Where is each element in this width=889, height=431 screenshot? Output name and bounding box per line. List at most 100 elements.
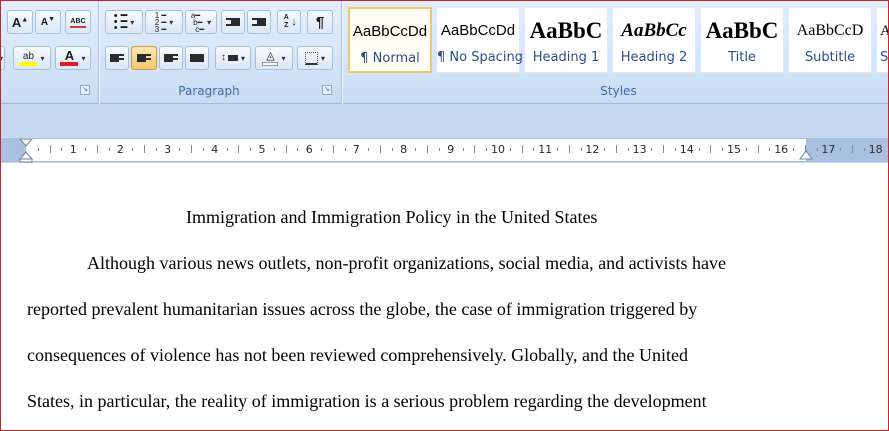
align-left-button[interactable]: [105, 46, 129, 70]
left-indent-marker-icon[interactable]: [19, 139, 35, 163]
paragraph-dialog-launcher[interactable]: ↘: [322, 85, 332, 95]
style-heading-2[interactable]: AaBbCc Heading 2: [612, 7, 696, 73]
ruler-tick: [273, 148, 275, 151]
shrink-font-button[interactable]: A▼: [35, 10, 61, 34]
ruler-number: 7: [352, 143, 360, 156]
ruler-number: 12: [585, 143, 600, 156]
align-center-button[interactable]: [131, 46, 157, 70]
chevron-down-icon: ▾: [240, 53, 245, 63]
sort-button[interactable]: A Z ↓: [277, 10, 301, 34]
decrease-indent-icon: [226, 18, 240, 26]
line: [252, 24, 266, 26]
chevron-down-icon: ▾: [81, 53, 86, 63]
clear-formatting-icon: ABC: [70, 17, 86, 28]
line-spacing-icon: ↕: [221, 53, 238, 63]
style-heading-1[interactable]: AaBbC Heading 1: [524, 7, 608, 73]
document-page[interactable]: Immigration and Immigration Policy in th…: [1, 163, 888, 430]
ruler-number: 5: [258, 143, 266, 156]
ruler-tick: [179, 148, 181, 151]
ruler-number: 16: [774, 143, 789, 156]
font-color-glyph: A: [64, 48, 75, 63]
borders-icon: [304, 51, 318, 65]
grow-font-button[interactable]: A▲: [7, 10, 33, 34]
justify-button[interactable]: [185, 46, 209, 70]
ruler-tick: [710, 145, 712, 153]
style-preview: A: [877, 16, 888, 46]
style-name: ¶ No Spacing: [437, 50, 523, 65]
level-row: c━: [190, 24, 205, 34]
style-name: Heading 2: [620, 50, 688, 65]
ruler-number: 9: [447, 143, 455, 156]
ruler-tick: [793, 148, 794, 151]
style-preview: AaBbCc: [621, 20, 687, 41]
ruler-tick: [521, 145, 523, 153]
ruler-number: 18: [868, 143, 883, 156]
line: [164, 60, 173, 62]
ruler-number: 14: [679, 143, 694, 156]
word-window: A▲ A▼ ABC ▾ ab ▾ A ▾ ↘: [0, 0, 889, 431]
font-dropdown-edge[interactable]: ▾: [1, 46, 5, 70]
chevron-down-icon: ▾: [40, 53, 45, 63]
ruler-tick: [96, 145, 98, 153]
clear-formatting-button[interactable]: ABC: [65, 10, 91, 34]
ruler-tick: [238, 145, 240, 153]
style-normal[interactable]: AaBbCcDd ¶ Normal: [348, 7, 432, 73]
paragraph-group-label: Paragraph: [178, 84, 240, 98]
ruler-tick: [380, 145, 381, 153]
line: [227, 59, 238, 61]
borders-button[interactable]: ▾: [297, 46, 333, 70]
ruler-tick: [191, 145, 193, 153]
bullets-icon: • ━ • ━ • ━: [114, 11, 128, 34]
style-name: S: [880, 50, 889, 65]
numbering-button[interactable]: 1 ━ 2 ━ 3 ━ ▾: [145, 10, 183, 34]
increase-indent-button[interactable]: [247, 10, 271, 34]
ruler-tick: [321, 148, 322, 151]
line-spacing-button[interactable]: ↕ ▾: [215, 46, 251, 70]
ruler-number: 11: [538, 143, 553, 156]
show-formatting-marks-button[interactable]: ¶: [307, 10, 333, 34]
ruler-tick: [663, 145, 665, 153]
chevron-down-icon: ▾: [1, 54, 3, 63]
style-name: Heading 1: [532, 50, 600, 65]
bullets-button[interactable]: • ━ • ━ • ━ ▾: [105, 10, 143, 34]
styles-group-label: Styles: [600, 84, 637, 98]
ruler-number: 4: [211, 143, 219, 156]
sort-icon: A Z: [283, 14, 289, 29]
ruler-number: 2: [116, 143, 124, 156]
text-highlight-button[interactable]: ab ▾: [13, 46, 51, 70]
ruler-tick: [427, 145, 429, 153]
dialog-launcher-icon: ↘: [324, 86, 330, 93]
decrease-indent-button[interactable]: [221, 10, 245, 34]
quick-styles-gallery: AaBbCcDd ¶ Normal AaBbCcDd ¶ No Spacing …: [347, 5, 889, 73]
number-row: 3 ━: [154, 24, 167, 34]
chevron-down-icon: ▾: [169, 17, 174, 27]
dialog-launcher-icon: ↘: [82, 86, 88, 93]
align-right-button[interactable]: [159, 46, 183, 70]
style-no-spacing[interactable]: AaBbCcDd ¶ No Spacing: [436, 7, 523, 73]
style-more-partial[interactable]: A S: [876, 7, 889, 73]
multilevel-list-button[interactable]: a━ b━ c━ ▾: [185, 10, 217, 34]
style-subtitle[interactable]: AaBbCcD Subtitle: [788, 7, 872, 73]
highlight-glyph: ab: [22, 50, 35, 62]
justify-icon: [190, 54, 204, 62]
ruler-tick: [604, 148, 606, 151]
line: [190, 60, 204, 62]
font-color-button[interactable]: A ▾: [55, 46, 91, 70]
ruler-tick: [49, 145, 51, 153]
style-title[interactable]: AaBbC Title: [700, 7, 784, 73]
font-dialog-launcher[interactable]: ↘: [80, 85, 90, 95]
increase-indent-icon: [252, 18, 266, 26]
right-indent-marker-icon[interactable]: [799, 145, 815, 163]
grow-font-glyph: A: [11, 14, 22, 30]
ribbon: A▲ A▼ ABC ▾ ab ▾ A ▾ ↘: [1, 1, 889, 104]
style-preview: AaBbC: [705, 18, 779, 43]
ruler-tick: [85, 148, 86, 151]
highlight-color-bar: [19, 61, 38, 66]
style-preview: AaBbCcDd: [352, 23, 428, 40]
ruler-tick: [616, 145, 617, 153]
horizontal-ruler[interactable]: 1 2 3 4 5 6 7 8 9 10 11 12 13 14 15 16 17 18: [1, 138, 888, 163]
ruler-tick: [745, 148, 747, 151]
shading-button[interactable]: ◬ ▾: [255, 46, 293, 70]
ruler-tick: [698, 148, 700, 151]
ruler-tick: [132, 148, 134, 151]
